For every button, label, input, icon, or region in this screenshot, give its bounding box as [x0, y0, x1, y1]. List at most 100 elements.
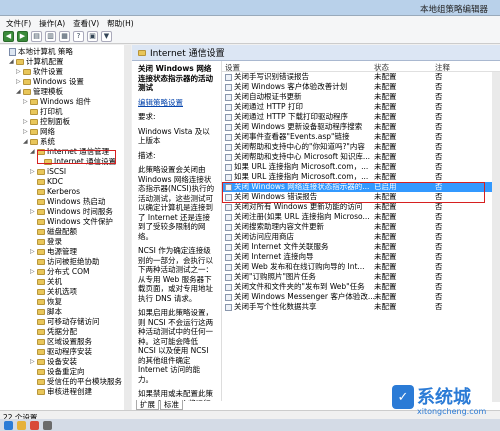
policy-icon: [225, 73, 232, 81]
table-row[interactable]: 关闭 Windows Messenger 客户体验改... 未配置 否: [222, 292, 500, 302]
explorer-icon[interactable]: [17, 420, 26, 430]
tree-item[interactable]: 驱动程序安装: [30, 347, 92, 357]
table-row[interactable]: 关闭 Internet 连接向导 未配置 否: [222, 252, 500, 262]
table-row[interactable]: 关闭文件和文件夹的"发布到 Web"任务 未配置 否: [222, 282, 500, 292]
expander-icon[interactable]: ▷: [30, 167, 35, 177]
tree-item[interactable]: 本地计算机 策略: [2, 47, 73, 57]
table-row[interactable]: 关闭 Windows 客户体验改善计划 未配置 否: [222, 82, 500, 92]
table-row[interactable]: 关闭 Windows 更新设备驱动程序搜索 未配置 否: [222, 122, 500, 132]
expander-icon[interactable]: ◢: [23, 137, 28, 147]
menu-view[interactable]: 查看(V): [69, 16, 103, 29]
expander-icon[interactable]: ▷: [30, 247, 35, 257]
expander-icon[interactable]: ▷: [16, 67, 21, 77]
tree-item[interactable]: 可移动存储访问: [30, 317, 100, 327]
app-icon[interactable]: [30, 420, 39, 430]
folder-icon: [30, 119, 38, 125]
tree-item[interactable]: 关机: [30, 277, 62, 287]
export-list-icon[interactable]: ▦: [59, 30, 70, 42]
tree-item[interactable]: 访问被拒绝协助: [30, 257, 100, 267]
tree-scrollbar[interactable]: [124, 45, 131, 410]
table-row[interactable]: 关闭帮助和支持中心 Microsoft 知识库... 未配置 否: [222, 152, 500, 162]
ie-icon[interactable]: [4, 420, 13, 430]
tree-item[interactable]: 区域设置服务: [30, 337, 92, 347]
tree-item[interactable]: 审核进程创建: [30, 387, 92, 397]
edit-policy-link[interactable]: 编辑策略设置: [138, 98, 183, 107]
back-arrow-icon[interactable]: ◀: [3, 30, 14, 42]
tree-item[interactable]: 脚本: [30, 307, 62, 317]
description-text-3: 如果启用此策略设置，则 NCSI 不会运行这两种活动测试中的任何一种。这可能会降…: [138, 308, 214, 384]
expander-icon[interactable]: ▷: [16, 77, 21, 87]
table-row[interactable]: 关闭自动根证书更新 未配置 否: [222, 92, 500, 102]
expander-icon[interactable]: ▷: [23, 117, 28, 127]
tree-item[interactable]: 磁盘配额: [30, 227, 77, 237]
folder-icon: [37, 359, 45, 365]
table-row[interactable]: 关闭手写识别错误报告 未配置 否: [222, 72, 500, 82]
table-row[interactable]: 关闭注册(如果 URL 连接指向 Microso... 未配置 否: [222, 212, 500, 222]
tree-item[interactable]: 登录: [30, 237, 62, 247]
tree-item[interactable]: ▷ 电源管理: [30, 247, 77, 257]
tree-item[interactable]: ▷ 软件设置: [16, 67, 63, 77]
policy-title: 关闭 Windows 网络连接状态指示器的活动测试: [138, 64, 213, 92]
filter-icon[interactable]: ▼: [101, 30, 112, 42]
expander-icon[interactable]: ◢: [16, 87, 21, 97]
tab-standard[interactable]: 标准: [160, 400, 183, 410]
table-row[interactable]: 关闭 Web 发布和在线订购向导的 Int... 未配置 否: [222, 262, 500, 272]
table-row[interactable]: 如果 URL 连接指向 Microsoft.com，... 未配置 否: [222, 162, 500, 172]
menu-help[interactable]: 帮助(H): [103, 16, 138, 29]
show-hide-tree-icon[interactable]: ▥: [45, 30, 56, 42]
tree-item[interactable]: 关机选项: [30, 287, 77, 297]
forward-arrow-icon[interactable]: ▶: [17, 30, 28, 42]
policy-icon: [225, 303, 232, 311]
list-scrollbar[interactable]: [492, 72, 500, 402]
expander-icon[interactable]: ▷: [23, 97, 28, 107]
tree-item[interactable]: ▷ 网络: [23, 127, 55, 137]
tab-extended[interactable]: 扩展: [136, 400, 159, 410]
tree-item[interactable]: ▷ Windows 时间服务: [30, 207, 113, 217]
tree-item[interactable]: ◢ 系统: [23, 137, 55, 147]
tree-item[interactable]: ▷ 设备安装: [30, 357, 77, 367]
table-row[interactable]: 关闭 Internet 文件关联服务 未配置 否: [222, 242, 500, 252]
table-row[interactable]: 关闭访问应用商店 未配置 否: [222, 232, 500, 242]
up-folder-icon[interactable]: ▤: [31, 30, 42, 42]
menu-file[interactable]: 文件(F): [2, 16, 35, 29]
tree-item[interactable]: ◢ 管理模板: [16, 87, 63, 97]
table-row[interactable]: 关闭通过 HTTP 下载打印驱动程序 未配置 否: [222, 112, 500, 122]
tree-item[interactable]: ◢ 计算机配置: [9, 57, 64, 67]
expander-icon[interactable]: ▷: [30, 207, 35, 217]
tree-item[interactable]: 受信任的平台模块服务: [30, 377, 122, 387]
menu-action[interactable]: 操作(A): [35, 16, 69, 29]
table-row[interactable]: 关闭手写个性化数据共享 未配置 否: [222, 302, 500, 312]
tree-item[interactable]: 凭据分配: [30, 327, 77, 337]
tree-item-label: 受信任的平台模块服务: [47, 377, 122, 386]
expander-icon[interactable]: ▷: [23, 127, 28, 137]
table-row[interactable]: 关闭帮助和支持中心的"你知道吗?"内容 未配置 否: [222, 142, 500, 152]
tree-item[interactable]: ▷ iSCSI: [30, 167, 66, 177]
tree-item[interactable]: ▷ 分布式 COM: [30, 267, 90, 277]
table-row[interactable]: 关闭事件查看器"Events.asp"链接 未配置 否: [222, 132, 500, 142]
help-icon[interactable]: ?: [73, 30, 84, 42]
table-row[interactable]: 关闭搜索助理内容文件更新 未配置 否: [222, 222, 500, 232]
expander-icon[interactable]: ◢: [30, 147, 35, 157]
tree-item[interactable]: ▷ 控制面板: [23, 117, 70, 127]
tree-item[interactable]: Windows 热启动: [30, 197, 105, 207]
setting-cell: 关闭帮助和支持中心 Microsoft 知识库...: [225, 152, 375, 162]
expander-icon[interactable]: ▷: [30, 357, 35, 367]
tree-item-label: 设备重定向: [47, 367, 85, 376]
expander-icon[interactable]: ▷: [30, 267, 35, 277]
tree-item[interactable]: ▷ Windows 设置: [16, 77, 84, 87]
table-row[interactable]: 关闭对所有 Windows 更新功能的访问 未配置 否: [222, 202, 500, 212]
tree-item[interactable]: ▷ Windows 组件: [23, 97, 91, 107]
table-row[interactable]: 关闭通过 HTTP 打印 未配置 否: [222, 102, 500, 112]
tree-item[interactable]: Kerberos: [30, 187, 80, 197]
properties-icon[interactable]: ▣: [87, 30, 98, 42]
policy-editor-icon[interactable]: [43, 420, 52, 430]
tree-item[interactable]: 打印机: [23, 107, 63, 117]
tree-item[interactable]: 恢复: [30, 297, 62, 307]
expander-icon[interactable]: ◢: [9, 57, 14, 67]
tree-item-label: 本地计算机 策略: [18, 47, 73, 56]
table-row[interactable]: 如果 URL 连接指向 Microsoft.com，... 未配置 否: [222, 172, 500, 182]
table-row[interactable]: 关闭"订购照片"图片任务 未配置 否: [222, 272, 500, 282]
tree-item[interactable]: Windows 文件保护: [30, 217, 113, 227]
tree-item[interactable]: 设备重定向: [30, 367, 85, 377]
tree-item[interactable]: KDC: [30, 177, 63, 187]
